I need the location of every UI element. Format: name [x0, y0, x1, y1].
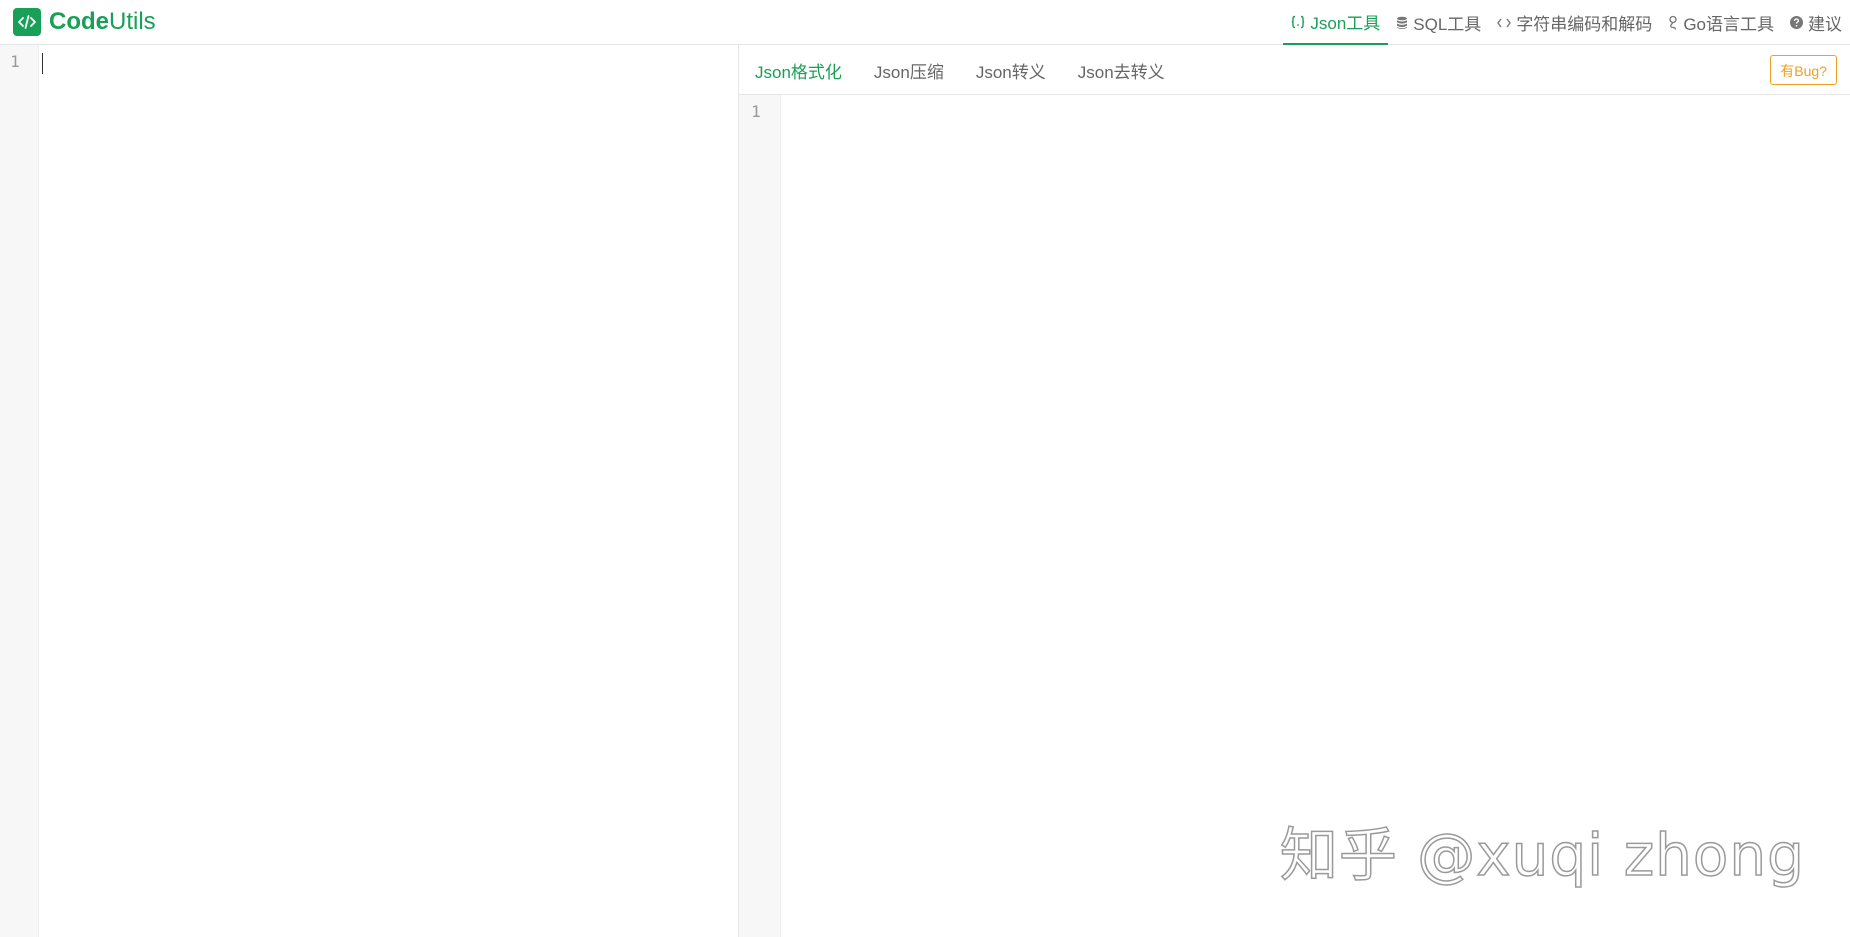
top-bar: CodeUtils Json工具 SQL工具 字符串编码和解码 Go语言工具 建…	[0, 0, 1850, 45]
input-editor-pane: 1	[0, 45, 739, 937]
brand-name-bold: Code	[49, 8, 109, 35]
json-input-editor[interactable]	[39, 45, 738, 937]
tool-tabs: Json格式化 Json压缩 Json转义 Json去转义	[755, 45, 1165, 95]
nav-item-json-tools[interactable]: Json工具	[1283, 0, 1389, 45]
golang-icon	[1668, 15, 1678, 31]
nav-item-go-tools[interactable]: Go语言工具	[1660, 0, 1782, 45]
code-icon	[1497, 17, 1512, 29]
tab-json-format[interactable]: Json格式化	[755, 58, 842, 83]
code-slash-icon	[13, 8, 41, 36]
main-nav: Json工具 SQL工具 字符串编码和解码 Go语言工具 建议	[1283, 0, 1850, 45]
nav-item-string-encode-decode[interactable]: 字符串编码和解码	[1489, 0, 1660, 45]
brand-name-rest: Utils	[109, 8, 156, 35]
tab-json-escape[interactable]: Json转义	[976, 58, 1046, 83]
output-pane: Json格式化 Json压缩 Json转义 Json去转义 有Bug? 1	[739, 45, 1850, 937]
nav-item-sql-tools[interactable]: SQL工具	[1388, 0, 1489, 45]
nav-item-label: 建议	[1808, 15, 1842, 34]
database-icon	[1396, 16, 1408, 30]
tool-tab-bar: Json格式化 Json压缩 Json转义 Json去转义 有Bug?	[739, 45, 1850, 95]
report-bug-button[interactable]: 有Bug?	[1770, 55, 1837, 85]
braces-icon	[1291, 15, 1305, 29]
watermark: 知乎 @xuqi zhong	[1279, 820, 1805, 890]
json-output-editor[interactable]: 1	[739, 95, 1850, 937]
line-number-gutter: 1	[0, 45, 39, 937]
nav-item-label: Json工具	[1310, 14, 1381, 33]
text-cursor	[42, 53, 43, 74]
output-code-area[interactable]	[781, 95, 1850, 937]
brand-name: CodeUtils	[49, 8, 156, 36]
nav-item-label: SQL工具	[1413, 15, 1482, 34]
nav-item-suggestions[interactable]: 建议	[1782, 0, 1850, 45]
question-circle-icon	[1790, 16, 1803, 29]
tab-json-compress[interactable]: Json压缩	[874, 58, 944, 83]
tab-json-unescape[interactable]: Json去转义	[1078, 58, 1165, 83]
line-number-gutter: 1	[739, 95, 781, 937]
brand[interactable]: CodeUtils	[13, 8, 156, 36]
line-number: 1	[751, 102, 761, 121]
nav-item-label: 字符串编码和解码	[1516, 15, 1653, 34]
nav-item-label: Go语言工具	[1683, 15, 1774, 34]
line-number: 1	[10, 52, 20, 71]
